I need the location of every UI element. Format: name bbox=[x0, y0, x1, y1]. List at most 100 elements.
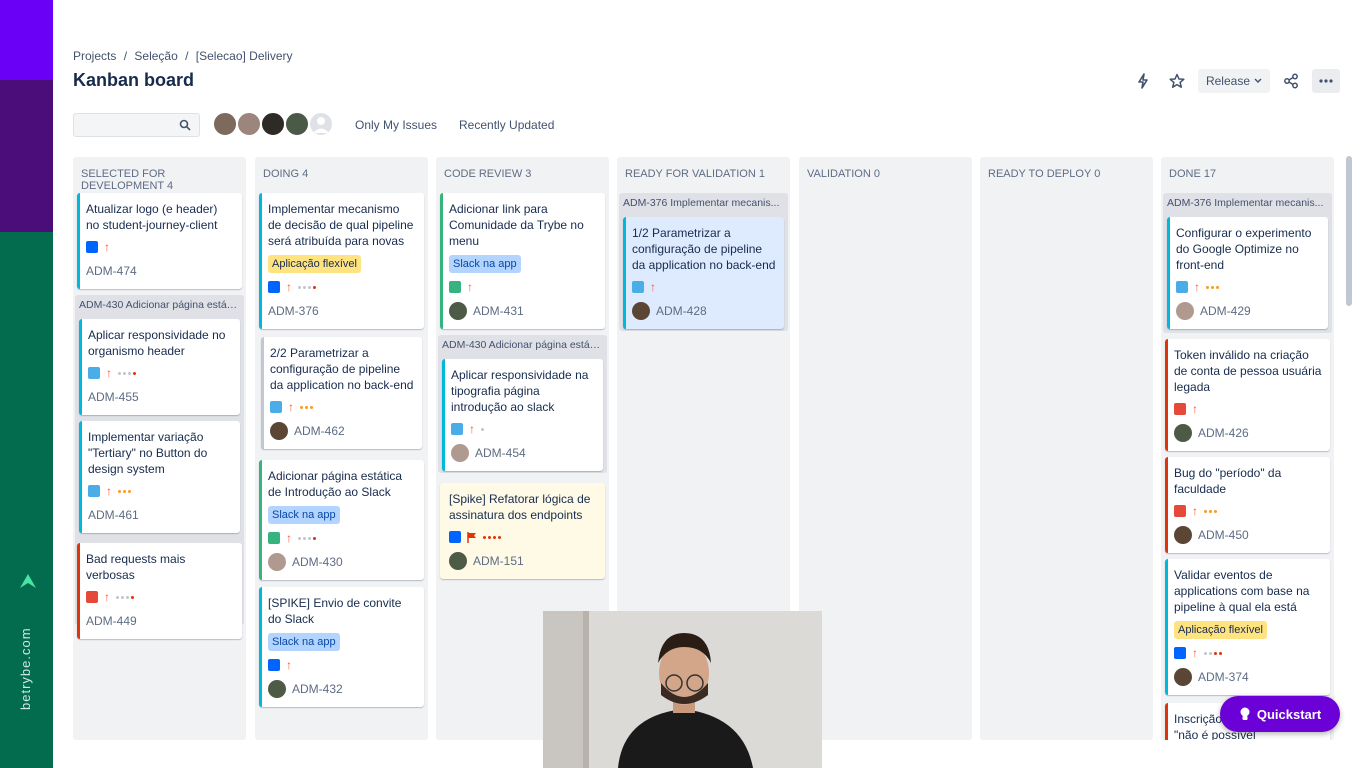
issue-card[interactable]: Configurar o experimento do Google Optim… bbox=[1167, 217, 1328, 329]
column-count: 17 bbox=[1203, 168, 1217, 180]
card-summary: Aplicar responsividade no organismo head… bbox=[88, 328, 226, 358]
column-done: DONE 17 ADM-376 Implementar mecanis... C… bbox=[1161, 157, 1334, 740]
issue-card[interactable]: [Spike] Refatorar lógica de assinatura d… bbox=[440, 483, 605, 579]
card-summary: Atualizar logo (e header) no student-jou… bbox=[86, 202, 218, 232]
more-options-button[interactable] bbox=[1312, 69, 1340, 93]
breadcrumb-projects[interactable]: Projects bbox=[73, 49, 116, 63]
issue-card[interactable]: Validar eventos de applications com base… bbox=[1165, 559, 1330, 695]
only-my-issues-filter[interactable]: Only My Issues bbox=[355, 118, 437, 132]
card-summary: Configurar o experimento do Google Optim… bbox=[1176, 226, 1312, 272]
epic-group: ADM-376 Implementar mecanis... 1/2 Param… bbox=[619, 193, 788, 331]
issue-card[interactable]: [SPIKE] Envio de convite do Slack Slack … bbox=[259, 587, 424, 707]
progress-dots-icon bbox=[300, 405, 313, 409]
epic-group-title[interactable]: ADM-376 Implementar mecanis... bbox=[1163, 193, 1332, 215]
epic-label[interactable]: Aplicação flexível bbox=[268, 255, 361, 273]
quickstart-button[interactable]: Quickstart bbox=[1220, 696, 1340, 732]
column-title: READY TO DEPLOY bbox=[988, 168, 1092, 180]
webcam-overlay bbox=[543, 611, 822, 768]
chevron-down-icon bbox=[1254, 78, 1262, 83]
assignee-avatar bbox=[268, 680, 286, 698]
card-key: ADM-376 bbox=[268, 304, 319, 318]
recently-updated-filter[interactable]: Recently Updated bbox=[459, 118, 554, 132]
progress-dots-icon bbox=[1206, 285, 1219, 289]
card-key: ADM-431 bbox=[473, 304, 524, 318]
share-icon[interactable] bbox=[1278, 68, 1304, 94]
card-summary: Validar eventos de applications com base… bbox=[1174, 568, 1310, 614]
priority-high-icon: ↑ bbox=[288, 400, 294, 414]
epic-group: ADM-376 Implementar mecanis... Configura… bbox=[1163, 193, 1332, 333]
story-icon bbox=[268, 532, 280, 544]
epic-label[interactable]: Slack na app bbox=[268, 506, 340, 524]
avatar-unassigned-icon[interactable] bbox=[308, 111, 334, 137]
card-summary: Aplicar responsividade na tipografia pág… bbox=[451, 368, 589, 414]
code-icon bbox=[268, 659, 280, 671]
card-key: ADM-432 bbox=[292, 682, 343, 696]
issue-card[interactable]: Aplicar responsividade no organismo head… bbox=[79, 319, 240, 415]
avatar[interactable] bbox=[212, 111, 238, 137]
priority-high-icon: ↑ bbox=[650, 280, 656, 294]
issue-card[interactable]: 1/2 Parametrizar a configuração de pipel… bbox=[623, 217, 784, 329]
search-input[interactable] bbox=[73, 113, 200, 137]
brand-band-dark-purple bbox=[0, 80, 53, 232]
epic-group-title[interactable]: ADM-430 Adicionar página estáti... bbox=[75, 295, 244, 317]
card-key: ADM-426 bbox=[1198, 426, 1249, 440]
column-count: 3 bbox=[525, 168, 532, 180]
issue-card[interactable]: Adicionar link para Comunidade da Trybe … bbox=[440, 193, 605, 329]
epic-label[interactable]: Slack na app bbox=[449, 255, 521, 273]
breadcrumb: Projects / Seleção / [Selecao] Delivery bbox=[73, 49, 297, 63]
progress-dots-icon bbox=[483, 535, 501, 539]
subtask-icon bbox=[270, 401, 282, 413]
release-button[interactable]: Release bbox=[1197, 69, 1270, 93]
issue-card[interactable]: Aplicar responsividade na tipografia pág… bbox=[442, 359, 603, 471]
progress-dots-icon bbox=[481, 427, 484, 431]
card-key: ADM-428 bbox=[656, 304, 707, 318]
column-title: VALIDATION bbox=[807, 168, 871, 180]
epic-group-title[interactable]: ADM-376 Implementar mecanis... bbox=[619, 193, 788, 215]
avatar[interactable] bbox=[284, 111, 310, 137]
brand-sidebar: betrybe.com bbox=[0, 0, 53, 768]
card-key: ADM-430 bbox=[292, 555, 343, 569]
assignee-avatar bbox=[449, 302, 467, 320]
search-icon bbox=[179, 119, 191, 131]
column-title: DOING bbox=[263, 168, 300, 180]
priority-high-icon: ↑ bbox=[469, 422, 475, 436]
card-key: ADM-429 bbox=[1200, 304, 1251, 318]
bug-icon bbox=[1174, 505, 1186, 517]
priority-high-icon: ↑ bbox=[1192, 402, 1198, 416]
column-count: 0 bbox=[1094, 168, 1101, 180]
brand-url: betrybe.com bbox=[18, 627, 33, 710]
issue-card[interactable]: Implementar variação "Tertiary" no Butto… bbox=[79, 421, 240, 533]
column-title: READY FOR VALIDATION bbox=[625, 168, 756, 180]
card-summary: [SPIKE] Envio de convite do Slack bbox=[268, 596, 402, 626]
epic-label[interactable]: Slack na app bbox=[268, 633, 340, 651]
star-icon[interactable] bbox=[1164, 68, 1190, 94]
presenter-video-image bbox=[543, 611, 822, 768]
subtask-icon bbox=[88, 485, 100, 497]
progress-dots-icon bbox=[118, 371, 136, 375]
card-key: ADM-462 bbox=[294, 424, 345, 438]
epic-label[interactable]: Aplicação flexível bbox=[1174, 621, 1267, 639]
issue-card[interactable]: Bug do "período" da faculdade ↑ ADM-450 bbox=[1165, 457, 1330, 553]
breadcrumb-delivery[interactable]: [Selecao] Delivery bbox=[196, 49, 293, 63]
trybe-logo-icon bbox=[20, 574, 36, 588]
epic-group-title[interactable]: ADM-430 Adicionar página estáti... bbox=[438, 335, 607, 357]
page-title: Kanban board bbox=[73, 70, 195, 90]
lightning-icon[interactable] bbox=[1130, 68, 1156, 94]
issue-card[interactable]: Atualizar logo (e header) no student-jou… bbox=[77, 193, 242, 289]
priority-high-icon: ↑ bbox=[106, 366, 112, 380]
issue-card[interactable]: 2/2 Parametrizar a configuração de pipel… bbox=[261, 337, 422, 449]
avatar[interactable] bbox=[260, 111, 286, 137]
assignee-avatar bbox=[1174, 526, 1192, 544]
issue-card[interactable]: Token inválido na criação de conta de pe… bbox=[1165, 339, 1330, 451]
release-label: Release bbox=[1205, 74, 1250, 88]
column-count: 4 bbox=[167, 180, 174, 192]
issue-card[interactable]: Bad requests mais verbosas ↑ ADM-449 bbox=[77, 543, 242, 639]
subtask-icon bbox=[1176, 281, 1188, 293]
avatar[interactable] bbox=[236, 111, 262, 137]
card-key: ADM-151 bbox=[473, 554, 524, 568]
board-scrollbar[interactable] bbox=[1346, 156, 1352, 306]
card-summary: Adicionar link para Comunidade da Trybe … bbox=[449, 202, 584, 248]
breadcrumb-selecao[interactable]: Seleção bbox=[134, 49, 177, 63]
issue-card[interactable]: Implementar mecanismo de decisão de qual… bbox=[259, 193, 424, 329]
issue-card[interactable]: Adicionar página estática de Introdução … bbox=[259, 460, 424, 580]
